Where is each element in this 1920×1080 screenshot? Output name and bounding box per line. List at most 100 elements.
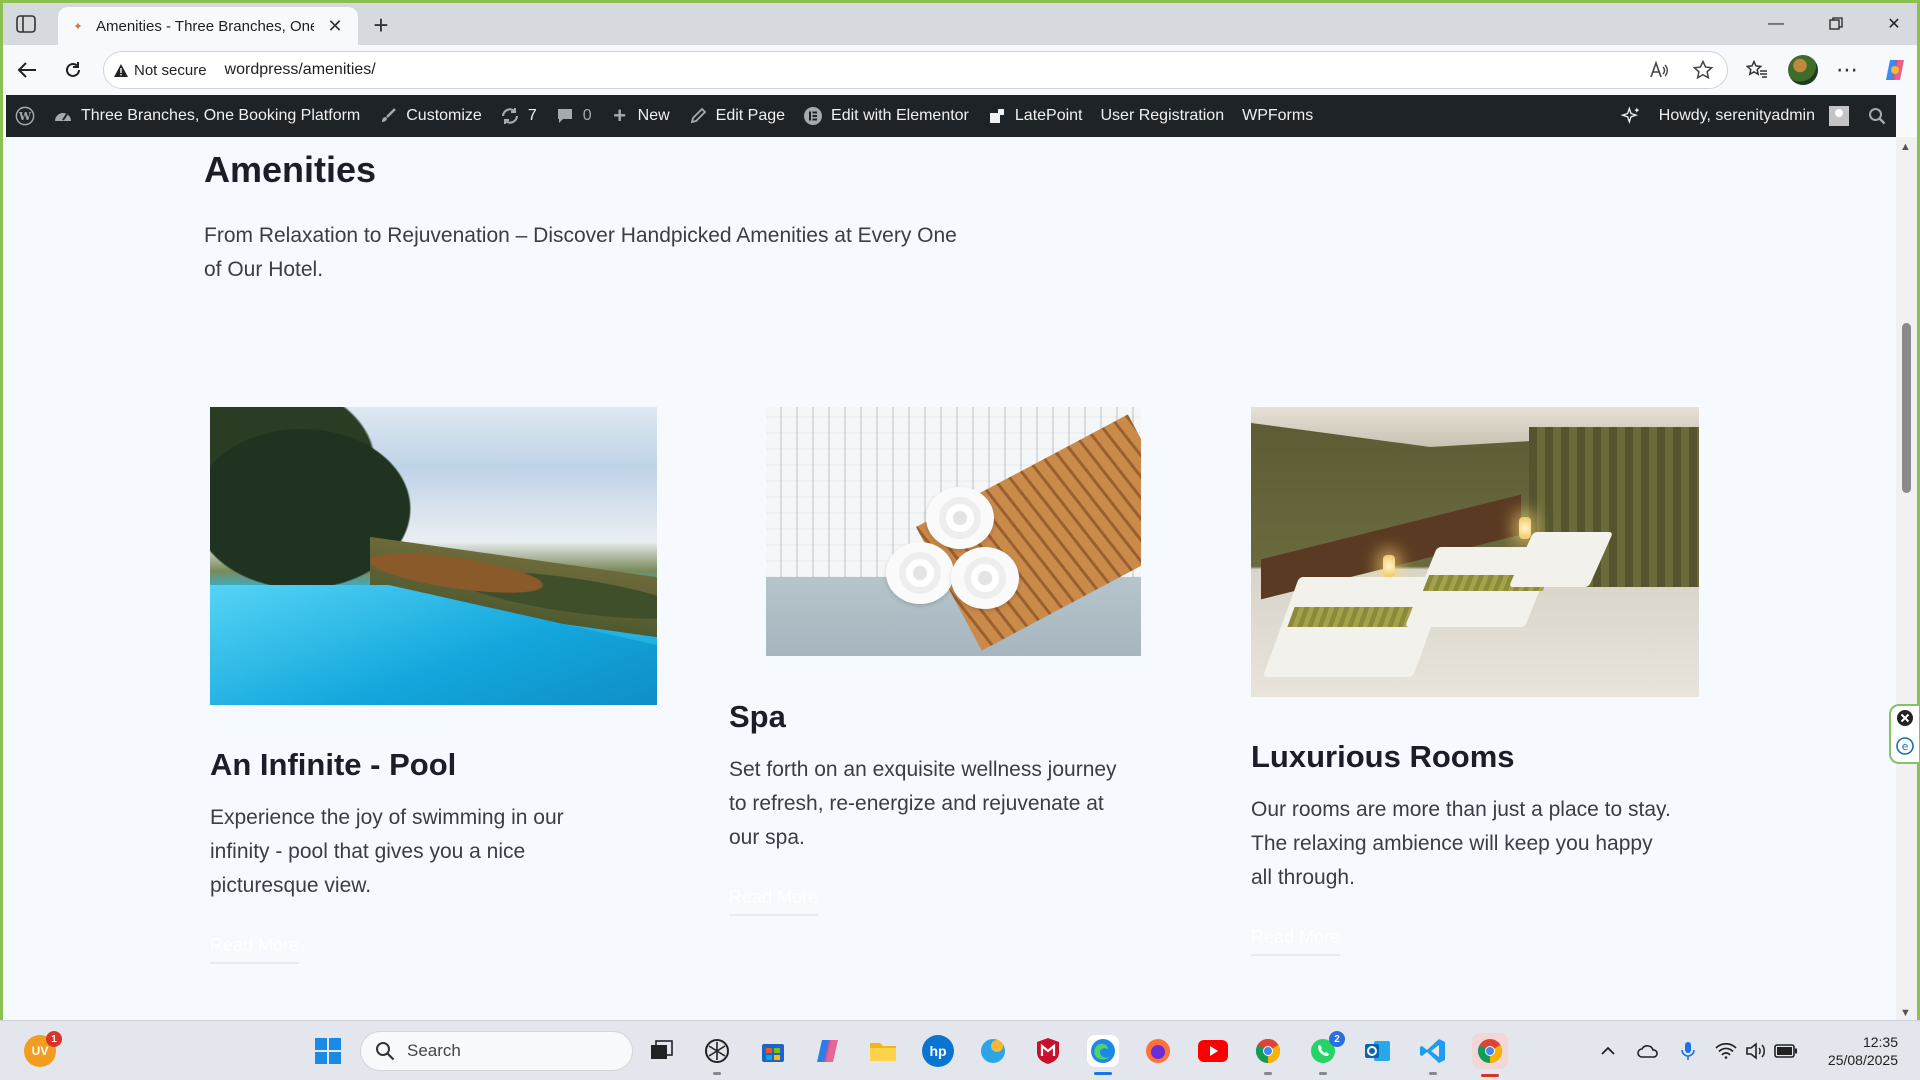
rooms-read-more-link[interactable]: Read More <box>1251 927 1341 956</box>
latepoint-label: LatePoint <box>1014 107 1083 124</box>
user-registration-link[interactable]: User Registration <box>1092 95 1234 137</box>
spa-title: Spa <box>729 699 786 734</box>
dashboard-icon <box>53 106 73 126</box>
url-text[interactable]: wordpress/amenities/ <box>225 61 376 79</box>
battery-icon[interactable] <box>1774 1039 1798 1063</box>
browser-toolbar: Not secure wordpress/amenities/ ⋯ <box>3 45 1917 95</box>
chrome-profile-icon[interactable] <box>1252 1035 1284 1075</box>
wifi-icon[interactable] <box>1714 1039 1738 1063</box>
close-widget-icon[interactable] <box>1896 709 1914 732</box>
wpforms-label: WPForms <box>1242 107 1314 124</box>
ai-sparkle-button[interactable] <box>1612 95 1650 137</box>
warning-icon <box>114 63 128 77</box>
svg-text:W: W <box>18 110 32 123</box>
firefox-icon[interactable] <box>1142 1035 1174 1067</box>
wp-admin-bar: W Three Branches, One Booking Platform C… <box>6 95 1896 137</box>
outlook-icon[interactable] <box>1362 1035 1394 1067</box>
updates-count: 7 <box>527 107 537 124</box>
edge-beta-icon[interactable] <box>977 1035 1009 1067</box>
tray-overflow-chevron-icon[interactable] <box>1596 1039 1620 1063</box>
svg-text:e: e <box>1902 740 1909 753</box>
read-aloud-icon[interactable] <box>1645 56 1673 84</box>
wpforms-link[interactable]: WPForms <box>1233 95 1322 137</box>
microsoft-store-icon[interactable] <box>757 1035 789 1067</box>
latepoint-link[interactable]: LatePoint <box>978 95 1092 137</box>
favorite-star-icon[interactable] <box>1689 56 1717 84</box>
onedrive-icon[interactable] <box>1636 1039 1660 1063</box>
taskbar-search[interactable]: Search <box>360 1031 633 1071</box>
spa-read-more-link[interactable]: Read More <box>729 887 819 916</box>
scroll-up-icon[interactable]: ▲ <box>1900 141 1911 153</box>
address-bar[interactable]: Not secure wordpress/amenities/ <box>103 51 1728 89</box>
wp-logo-menu[interactable]: W <box>6 95 44 137</box>
profile-avatar[interactable] <box>1788 55 1818 85</box>
whatsapp-badge: 2 <box>1329 1031 1345 1047</box>
comments-link[interactable]: 0 <box>546 95 601 137</box>
volume-icon[interactable] <box>1744 1039 1768 1063</box>
wordpress-logo-icon: W <box>15 106 35 126</box>
customize-link[interactable]: Customize <box>369 95 491 137</box>
user-registration-label: User Registration <box>1100 107 1225 124</box>
comment-icon <box>555 106 575 126</box>
favorites-list-icon[interactable] <box>1741 54 1773 86</box>
chatgpt-icon[interactable] <box>701 1035 733 1075</box>
new-label: New <box>637 107 670 124</box>
updates-link[interactable]: 7 <box>491 95 546 137</box>
vscode-icon[interactable] <box>1417 1035 1449 1075</box>
edit-elementor-label: Edit with Elementor <box>831 107 969 124</box>
close-tab-icon[interactable]: ✕ <box>324 15 346 37</box>
pool-image <box>210 407 657 705</box>
pool-read-more-link[interactable]: Read More <box>210 935 300 964</box>
sidebar-toggle-icon[interactable] <box>13 11 39 37</box>
youtube-icon[interactable] <box>1197 1035 1229 1067</box>
more-menu-icon[interactable]: ⋯ <box>1831 54 1863 86</box>
page-content: Amenities From Relaxation to Rejuvenatio… <box>6 137 1896 1020</box>
edit-page-link[interactable]: Edit Page <box>679 95 794 137</box>
hp-icon[interactable]: hp <box>922 1035 954 1067</box>
new-content-menu[interactable]: + New <box>601 95 679 137</box>
copilot-app-icon[interactable] <box>812 1035 844 1067</box>
my-account-menu[interactable]: Howdy, serenityadmin <box>1650 95 1858 137</box>
scrollbar-thumb[interactable] <box>1902 323 1911 493</box>
rooms-title: Luxurious Rooms <box>1251 739 1515 774</box>
tab-title: Amenities - Three Branches, One Booking … <box>96 17 314 35</box>
chrome-active-icon[interactable] <box>1472 1033 1508 1077</box>
whatsapp-icon[interactable]: 2 <box>1307 1031 1345 1075</box>
admin-search[interactable] <box>1858 95 1896 137</box>
rooms-description: Our rooms are more than just a place to … <box>1251 798 1671 889</box>
site-favicon-icon: ✦ <box>73 20 83 33</box>
search-icon <box>376 1042 395 1061</box>
file-explorer-icon[interactable] <box>867 1035 899 1067</box>
site-name-menu[interactable]: Three Branches, One Booking Platform <box>44 95 369 137</box>
edge-browser-icon[interactable] <box>1087 1035 1119 1075</box>
task-view-icon[interactable] <box>646 1035 678 1067</box>
security-indicator[interactable]: Not secure <box>114 62 207 79</box>
elementor-widget-icon[interactable]: e <box>1896 736 1914 760</box>
mcafee-icon[interactable] <box>1032 1035 1064 1067</box>
start-windows-icon[interactable] <box>312 1035 344 1067</box>
pool-description: Experience the joy of swimming in our in… <box>210 806 564 897</box>
edit-elementor-link[interactable]: Edit with Elementor <box>794 95 978 137</box>
page-title: Amenities <box>204 149 377 190</box>
updates-icon <box>500 106 520 126</box>
plus-icon: + <box>613 103 627 128</box>
room-image <box>1251 407 1699 697</box>
scroll-down-icon[interactable]: ▼ <box>1900 1007 1911 1019</box>
windows-taskbar: UV 1 Search hp 2 12:35 25/08/2025 <box>0 1020 1920 1080</box>
active-tab[interactable]: ✦ Amenities - Three Branches, One Bookin… <box>58 7 358 45</box>
back-arrow-icon[interactable] <box>11 54 43 86</box>
minimize-icon[interactable]: — <box>1753 9 1799 39</box>
taskbar-search-placeholder: Search <box>407 1041 461 1060</box>
restore-icon[interactable] <box>1813 9 1859 39</box>
new-tab-icon[interactable]: + <box>367 10 395 40</box>
close-window-icon[interactable]: ✕ <box>1871 9 1917 39</box>
reload-icon[interactable] <box>57 54 89 86</box>
clock-date: 25/08/2025 <box>1827 1052 1898 1068</box>
weather-widget-icon[interactable]: UV 1 <box>24 1031 62 1067</box>
taskbar-clock[interactable]: 12:35 25/08/2025 <box>1828 1033 1898 1069</box>
copilot-icon[interactable] <box>1879 54 1911 86</box>
microphone-icon[interactable] <box>1676 1039 1700 1063</box>
page-scrollbar[interactable]: ▲ ▼ <box>1896 137 1917 1020</box>
spa-description: Set forth on an exquisite wellness journ… <box>729 758 1117 849</box>
sparkle-icon <box>1620 106 1641 126</box>
